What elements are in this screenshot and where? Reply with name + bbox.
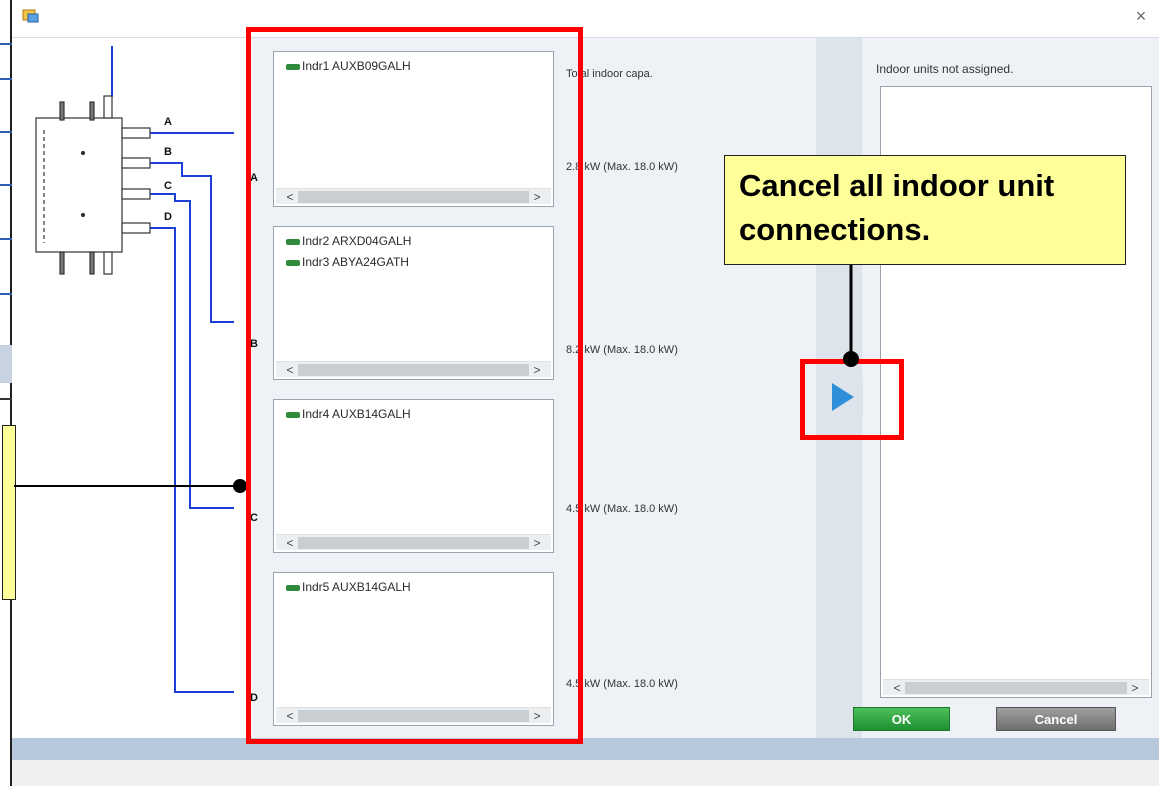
left-callout-leader (14, 479, 247, 493)
annotation-callout: Cancel all indoor unit connections. (724, 155, 1126, 265)
branch-selector-box (35, 95, 151, 275)
annotation-highlight-move-button (800, 359, 904, 440)
diagram-port-label: C (164, 180, 172, 192)
ok-button[interactable]: OK (853, 707, 950, 731)
diagram-port-label: B (164, 146, 172, 158)
diagram-port-label: A (164, 116, 172, 128)
scroll-right-icon[interactable]: > (1127, 680, 1143, 696)
piping-diagram (35, 46, 234, 693)
close-icon[interactable]: × (1129, 4, 1153, 28)
diagram-port-label: D (164, 211, 172, 223)
bottom-bar (12, 738, 1159, 760)
horizontal-scrollbar[interactable]: < > (883, 679, 1149, 695)
scroll-left-icon[interactable]: < (889, 680, 905, 696)
app-window-icon (22, 8, 40, 24)
scroll-thumb[interactable] (905, 682, 1127, 694)
pipe-lines (107, 46, 234, 693)
unassigned-label: Indoor units not assigned. (876, 62, 1014, 76)
annotation-highlight-branches (246, 27, 583, 744)
cancel-button[interactable]: Cancel (996, 707, 1116, 731)
status-bar (12, 760, 1159, 786)
callout-leader (843, 262, 859, 367)
